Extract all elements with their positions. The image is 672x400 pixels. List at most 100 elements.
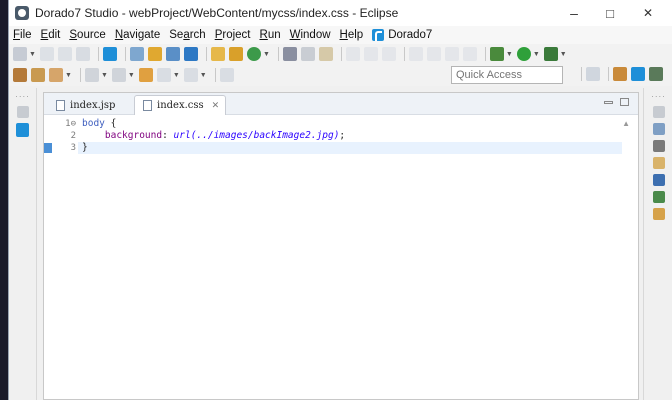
menu-navigate[interactable]: Navigate bbox=[115, 29, 160, 41]
menu-window-label: indow bbox=[300, 29, 331, 41]
next-annotation-icon[interactable] bbox=[84, 68, 99, 82]
toolbar-separator bbox=[403, 47, 405, 61]
tab-index-css[interactable]: index.css ✕ bbox=[134, 95, 226, 115]
debug-dropdown-icon[interactable]: ▼ bbox=[506, 51, 513, 58]
last-edit-icon[interactable] bbox=[138, 68, 153, 82]
servers-icon[interactable] bbox=[652, 140, 665, 152]
new-icon[interactable] bbox=[13, 47, 27, 61]
resume-icon[interactable] bbox=[408, 47, 423, 61]
menu-edit-label: dit bbox=[48, 29, 61, 41]
toolbar-separator bbox=[124, 47, 126, 61]
menu-source[interactable]: Source bbox=[69, 29, 105, 41]
pen-icon[interactable] bbox=[282, 47, 297, 61]
search-icon[interactable] bbox=[165, 47, 180, 61]
undo-icon[interactable] bbox=[345, 47, 360, 61]
run-dropdown-icon[interactable]: ▼ bbox=[533, 51, 540, 58]
code-line: body { bbox=[82, 118, 622, 130]
print-icon[interactable] bbox=[75, 47, 90, 61]
tab-close-icon[interactable]: ✕ bbox=[212, 101, 220, 111]
css-brace: } bbox=[82, 142, 88, 153]
server-icon[interactable] bbox=[13, 68, 27, 82]
code-editor[interactable]: 1⊖ 2 3 body { background: url(../images/… bbox=[44, 115, 638, 399]
wand-icon[interactable] bbox=[49, 68, 63, 82]
restore-icon[interactable] bbox=[16, 106, 29, 118]
toolbar-separator bbox=[608, 67, 609, 81]
maximize-view-icon[interactable] bbox=[620, 98, 629, 106]
prev-annotation-icon[interactable] bbox=[111, 68, 126, 82]
task-icon[interactable] bbox=[652, 191, 665, 203]
bookmark-icon[interactable] bbox=[652, 208, 665, 220]
minimize-button[interactable]: – bbox=[557, 0, 591, 26]
run-icon[interactable] bbox=[516, 47, 531, 61]
trim-grip-icon[interactable]: ···· bbox=[9, 92, 36, 101]
menu-project[interactable]: Project bbox=[215, 29, 251, 41]
save-icon[interactable] bbox=[39, 47, 54, 61]
toolbar-separator bbox=[581, 67, 582, 81]
globe-icon[interactable] bbox=[228, 47, 243, 61]
refactor-icon[interactable] bbox=[318, 47, 333, 61]
link-icon[interactable] bbox=[129, 47, 144, 61]
back-dropdown-icon[interactable]: ▼ bbox=[173, 72, 180, 79]
terminate-icon[interactable] bbox=[444, 47, 459, 61]
disconnect-icon[interactable] bbox=[462, 47, 477, 61]
open-folder-icon[interactable] bbox=[31, 68, 45, 82]
menu-help[interactable]: Help bbox=[340, 29, 364, 41]
browser-dropdown-icon[interactable]: ▼ bbox=[263, 51, 270, 58]
menu-navigate-label: avigate bbox=[123, 29, 161, 41]
web-browser-icon[interactable] bbox=[246, 47, 261, 61]
forward-icon[interactable] bbox=[183, 68, 198, 82]
scroll-up-icon[interactable]: ▲ bbox=[622, 119, 630, 128]
menu-search[interactable]: Search bbox=[169, 29, 205, 41]
css-semicolon: ; bbox=[339, 130, 346, 141]
menu-edit[interactable]: Edit bbox=[41, 29, 61, 41]
toolbar-separator bbox=[484, 47, 486, 61]
wand-dropdown-icon[interactable]: ▼ bbox=[65, 72, 72, 79]
debug-icon[interactable] bbox=[489, 47, 504, 61]
java-ee-perspective-icon[interactable] bbox=[613, 67, 627, 81]
redo-icon[interactable] bbox=[363, 47, 378, 61]
suspend-icon[interactable] bbox=[426, 47, 441, 61]
quick-access-input[interactable] bbox=[451, 66, 563, 84]
step-icon[interactable] bbox=[381, 47, 396, 61]
new-dropdown-icon[interactable]: ▼ bbox=[29, 51, 36, 58]
dorado-toolbar-icon[interactable] bbox=[102, 47, 117, 61]
console-icon[interactable] bbox=[183, 47, 198, 61]
snippets-icon[interactable] bbox=[652, 157, 665, 169]
forward-dropdown-icon[interactable]: ▼ bbox=[200, 72, 207, 79]
fold-icon[interactable]: ⊖ bbox=[71, 119, 76, 129]
menu-file[interactable]: File bbox=[13, 29, 32, 41]
save-all-icon[interactable] bbox=[57, 47, 72, 61]
menu-dorado7[interactable]: Dorado7 bbox=[372, 29, 432, 41]
package-icon[interactable] bbox=[210, 47, 225, 61]
trim-grip-icon[interactable]: ···· bbox=[644, 92, 672, 101]
external-tools-dropdown-icon[interactable]: ▼ bbox=[560, 51, 567, 58]
outline-icon[interactable] bbox=[652, 123, 665, 135]
console-view-icon[interactable] bbox=[652, 174, 665, 186]
restore-icon[interactable] bbox=[652, 106, 665, 118]
close-button[interactable]: ✕ bbox=[631, 0, 665, 26]
minimize-view-icon[interactable] bbox=[604, 101, 613, 104]
maximize-button[interactable]: □ bbox=[593, 0, 627, 26]
pin-editor-icon[interactable] bbox=[219, 68, 234, 82]
dorado-view-icon[interactable] bbox=[16, 123, 29, 137]
window-title: Dorado7 Studio - webProject/WebContent/m… bbox=[35, 6, 399, 20]
css-brace: { bbox=[104, 118, 117, 129]
next-annotation-dropdown-icon[interactable]: ▼ bbox=[101, 72, 108, 79]
prev-annotation-dropdown-icon[interactable]: ▼ bbox=[128, 72, 135, 79]
left-trim-stack: ···· bbox=[9, 88, 37, 400]
open-type-icon[interactable] bbox=[147, 47, 162, 61]
external-tools-icon[interactable] bbox=[543, 47, 558, 61]
open-perspective-icon[interactable] bbox=[586, 67, 600, 81]
back-icon[interactable] bbox=[156, 68, 171, 82]
menu-search-label: rch bbox=[189, 29, 206, 41]
code-text[interactable]: body { background: url(../images/backIma… bbox=[78, 118, 622, 154]
menu-search-prefix: Se bbox=[169, 29, 184, 41]
tab-label: index.jsp bbox=[70, 99, 116, 111]
tab-index-jsp[interactable]: index.jsp bbox=[48, 95, 128, 115]
debug-perspective-icon[interactable] bbox=[649, 67, 663, 81]
code-line: background: url(../images/backImage2.jpg… bbox=[82, 130, 622, 142]
menu-window[interactable]: Window bbox=[290, 29, 331, 41]
menu-run[interactable]: Run bbox=[260, 29, 281, 41]
dorado-perspective-icon[interactable] bbox=[631, 67, 645, 81]
format-icon[interactable] bbox=[300, 47, 315, 61]
